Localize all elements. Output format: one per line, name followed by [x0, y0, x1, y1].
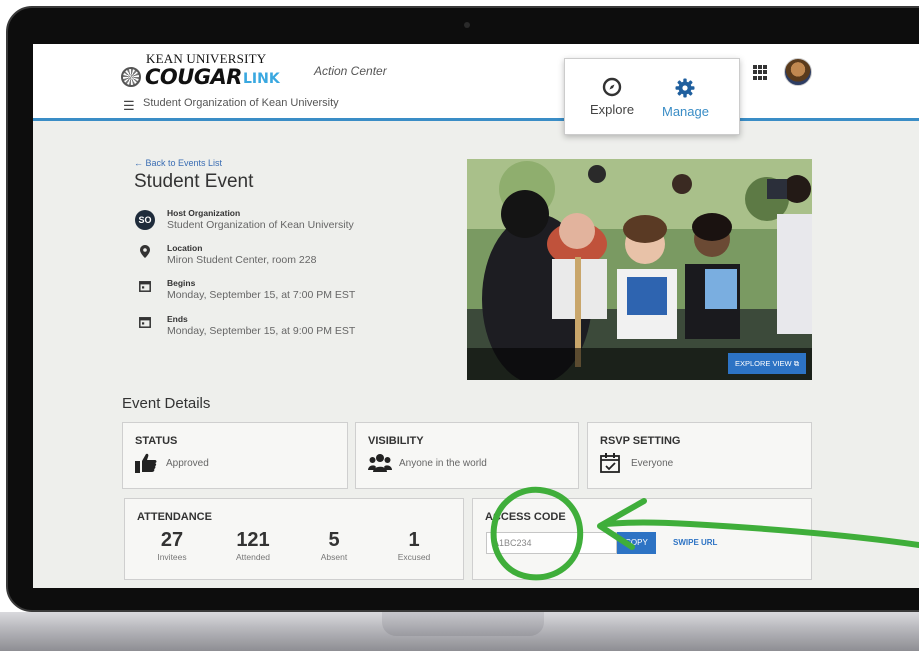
brand-link: LINK: [242, 71, 280, 87]
explore-view-button[interactable]: EXPLORE VIEW ⧉: [728, 353, 806, 374]
webcam: [464, 22, 470, 28]
org-badge-icon: SO: [134, 210, 156, 232]
event-title: Student Event: [134, 171, 254, 192]
attendance-card: ATTENDANCE 27 Invitees 121 Attended 5 Ab…: [124, 498, 464, 580]
host-label: Host Organization: [167, 208, 241, 218]
stat-number: 121: [236, 529, 270, 551]
menu-icon[interactable]: ☰: [123, 98, 135, 114]
manage-button[interactable]: Manage: [662, 77, 709, 119]
stat-number: 27: [160, 529, 184, 551]
stat-number: 1: [408, 529, 420, 551]
host-organization: SO Host Organization Student Organizatio…: [134, 208, 454, 234]
host-value[interactable]: Student Organization of Kean University: [167, 219, 354, 231]
grid-icon[interactable]: [753, 65, 768, 80]
rsvp-card: RSVP SETTING Everyone: [587, 422, 812, 489]
stat-excused[interactable]: 1 Excused: [384, 529, 444, 562]
stat-number: 5: [328, 529, 340, 551]
laptop-frame: KEAN UNIVERSITY COUGAR LINK Action Cente…: [0, 0, 919, 651]
ends: Ends Monday, September 15, at 9:00 PM ES…: [134, 314, 454, 340]
stat-invitees[interactable]: 27 Invitees: [142, 529, 202, 562]
visibility-title: VISIBILITY: [368, 435, 424, 447]
org-name[interactable]: Student Organization of Kean University: [143, 97, 339, 109]
rsvp-title: RSVP SETTING: [600, 435, 681, 447]
explore-label: Explore: [590, 102, 635, 117]
stat-attended[interactable]: 121 Attended: [223, 529, 283, 562]
gear-icon: [662, 77, 709, 104]
location: Location Miron Student Center, room 228: [134, 243, 454, 269]
swipe-url-link[interactable]: SWIPE URL: [673, 538, 717, 547]
copy-button[interactable]: COPY: [617, 532, 656, 554]
begins-value: Monday, September 15, at 7:00 PM EST: [167, 289, 356, 301]
event-photo-illustration: [467, 159, 812, 380]
access-code-title: ACCESS CODE: [485, 511, 566, 523]
stat-label: Absent: [320, 552, 348, 562]
ends-label: Ends: [167, 314, 188, 324]
attendance-title: ATTENDANCE: [137, 511, 212, 523]
stat-label: Attended: [235, 552, 271, 562]
thumbs-up-icon: [135, 453, 157, 478]
cougarlink-logo[interactable]: COUGAR LINK: [121, 65, 280, 89]
stat-label: Excused: [397, 552, 431, 562]
brand-main: COUGAR: [145, 65, 242, 89]
visibility-card: VISIBILITY Anyone in the world: [355, 422, 579, 489]
access-code-card: ACCESS CODE A1BC234 COPY SWIPE URL: [472, 498, 812, 580]
screen: KEAN UNIVERSITY COUGAR LINK Action Cente…: [33, 44, 919, 588]
location-label: Location: [167, 243, 203, 253]
compass-icon: [590, 77, 634, 102]
nav-popup: Explore Manage: [564, 58, 740, 135]
avatar[interactable]: [784, 58, 812, 86]
map-pin-icon: [134, 245, 156, 267]
stat-label: Invitees: [157, 552, 187, 562]
back-to-events-link[interactable]: ← Back to Events List: [134, 158, 222, 168]
rsvp-value: Everyone: [631, 458, 674, 469]
access-code-field[interactable]: A1BC234: [486, 532, 617, 554]
status-card: STATUS Approved: [122, 422, 348, 489]
ends-value: Monday, September 15, at 9:00 PM EST: [167, 325, 356, 337]
visibility-value: Anyone in the world: [399, 458, 487, 469]
calendar-icon: [134, 280, 156, 302]
app-header: KEAN UNIVERSITY COUGAR LINK Action Cente…: [33, 44, 919, 121]
calendar-icon: [134, 316, 156, 338]
location-value: Miron Student Center, room 228: [167, 254, 317, 266]
explore-button[interactable]: Explore: [590, 77, 634, 117]
event-photo: EXPLORE VIEW ⧉: [467, 159, 812, 380]
section-label: Action Center: [314, 64, 387, 78]
begins: Begins Monday, September 15, at 7:00 PM …: [134, 278, 454, 304]
university-seal-icon: [121, 67, 141, 87]
calendar-check-icon: [600, 453, 620, 478]
stat-absent[interactable]: 5 Absent: [304, 529, 364, 562]
manage-label: Manage: [662, 104, 709, 119]
status-value: Approved: [166, 458, 209, 469]
laptop-notch: [382, 612, 544, 636]
begins-label: Begins: [167, 278, 196, 288]
event-details-heading: Event Details: [122, 395, 211, 412]
group-icon: [368, 453, 392, 478]
status-title: STATUS: [135, 435, 178, 447]
